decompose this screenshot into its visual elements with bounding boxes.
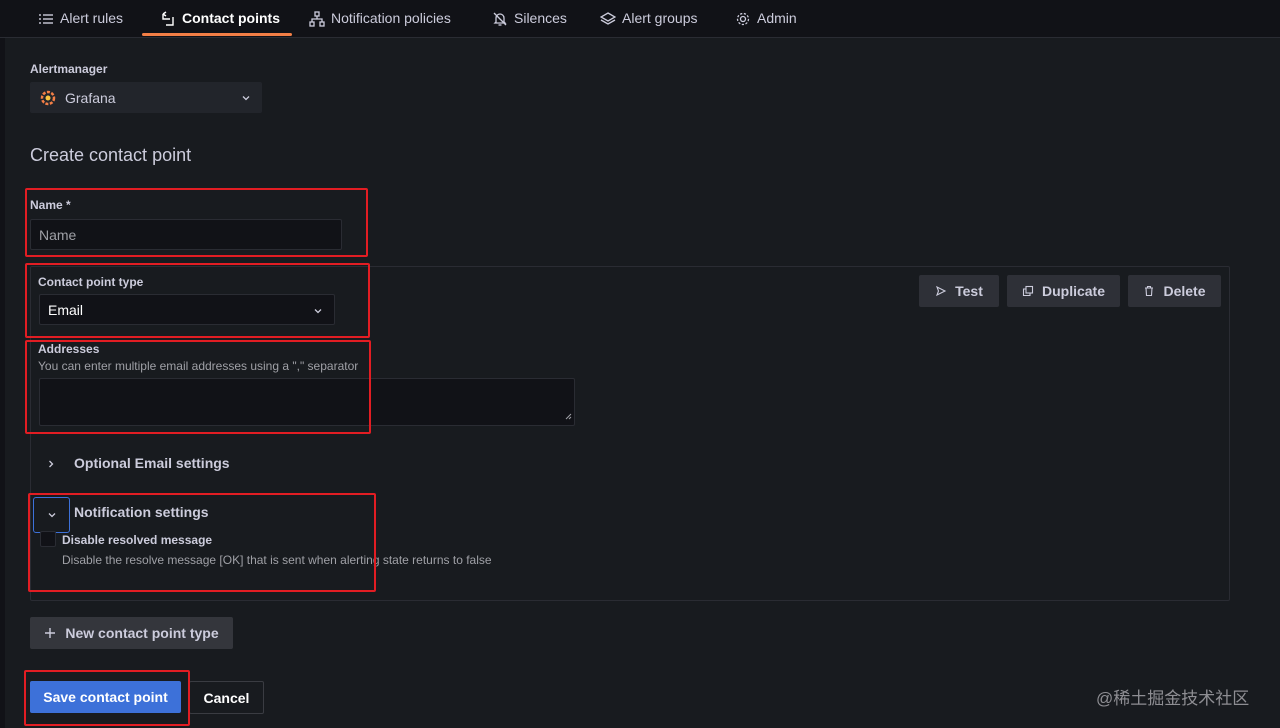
tab-label: Silences xyxy=(514,10,567,26)
tab-label: Admin xyxy=(757,10,797,26)
new-contact-point-type-button[interactable]: New contact point type xyxy=(30,617,233,649)
sitemap-icon xyxy=(309,11,325,27)
cancel-button[interactable]: Cancel xyxy=(189,681,264,714)
alertmanager-select[interactable]: Grafana xyxy=(30,82,262,113)
disable-resolved-label: Disable resolved message xyxy=(62,533,213,547)
comment-alt-share-icon xyxy=(160,11,176,27)
disable-resolved-description: Disable the resolve message [OK] that is… xyxy=(62,553,492,567)
optional-email-settings-toggle[interactable]: Optional Email settings xyxy=(74,455,230,471)
page-title: Create contact point xyxy=(30,145,192,165)
main-panel: Alertmanager Grafana Create contact poin… xyxy=(5,38,1280,728)
tab-admin[interactable]: Admin xyxy=(735,0,797,38)
duplicate-button-label: Duplicate xyxy=(1041,283,1105,299)
active-tab-indicator xyxy=(142,33,292,36)
alertmanager-value: Grafana xyxy=(65,90,116,106)
trash-icon xyxy=(1143,285,1155,297)
send-icon xyxy=(935,285,947,297)
delete-button[interactable]: Delete xyxy=(1128,275,1221,307)
chevron-down-icon xyxy=(46,509,58,521)
addresses-label: Addresses xyxy=(38,342,100,356)
layer-group-icon xyxy=(600,11,616,27)
contact-point-type-select[interactable]: Email xyxy=(39,294,335,325)
cog-icon xyxy=(735,11,751,27)
new-contact-point-type-label: New contact point type xyxy=(65,625,219,641)
save-contact-point-button[interactable]: Save contact point xyxy=(30,681,181,713)
tab-alert-rules[interactable]: Alert rules xyxy=(38,0,123,38)
tab-alert-groups[interactable]: Alert groups xyxy=(600,0,697,38)
addresses-description: You can enter multiple email addresses u… xyxy=(38,359,359,373)
grafana-logo-icon xyxy=(40,90,56,109)
contact-point-type-label: Contact point type xyxy=(38,275,144,289)
list-icon xyxy=(38,11,54,27)
name-label: Name * xyxy=(30,198,71,212)
tab-bar: Alert rules Contact points Notification … xyxy=(0,0,1280,38)
chevron-right-icon[interactable] xyxy=(45,457,57,475)
test-button[interactable]: Test xyxy=(919,275,999,307)
alertmanager-label: Alertmanager xyxy=(30,62,108,76)
test-button-label: Test xyxy=(955,283,983,299)
addresses-textarea[interactable] xyxy=(39,378,575,426)
chevron-down-icon xyxy=(240,91,252,107)
plus-icon xyxy=(44,627,56,639)
notification-settings-collapse-button[interactable] xyxy=(33,497,70,533)
chevron-down-icon xyxy=(312,304,324,320)
tab-label: Notification policies xyxy=(331,10,451,26)
tab-label: Contact points xyxy=(182,10,280,26)
delete-button-label: Delete xyxy=(1163,283,1206,299)
tab-silences[interactable]: Silences xyxy=(492,0,567,38)
tab-label: Alert rules xyxy=(60,10,124,26)
watermark-text: @稀土掘金技术社区 xyxy=(1096,689,1250,708)
bell-slash-icon xyxy=(492,11,508,27)
disable-resolved-checkbox[interactable] xyxy=(40,531,56,547)
contact-point-type-value: Email xyxy=(48,302,84,318)
tab-notification-policies[interactable]: Notification policies xyxy=(309,0,451,38)
copy-icon xyxy=(1022,285,1034,297)
name-input[interactable]: Name xyxy=(30,219,342,250)
tab-label: Alert groups xyxy=(622,10,698,26)
notification-settings-title: Notification settings xyxy=(74,504,209,520)
resize-handle-icon[interactable] xyxy=(564,407,572,423)
duplicate-button[interactable]: Duplicate xyxy=(1007,275,1120,307)
